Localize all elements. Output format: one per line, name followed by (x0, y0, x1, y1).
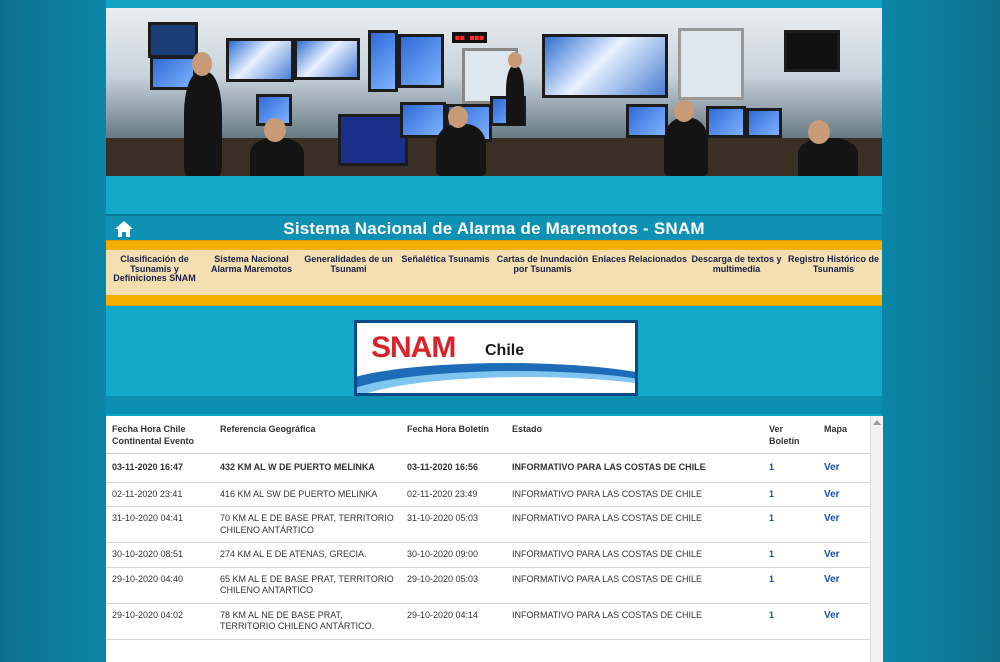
table-row: 02-11-2020 23:41 416 KM AL SW DE PUERTO … (106, 482, 870, 507)
cell-referencia: 65 KM AL E DE BASE PRAT, TERRITORIO CHIL… (214, 567, 401, 604)
logo-section: SNAM Chile (106, 306, 882, 396)
header-referencia: Referencia Geográfica (214, 416, 401, 454)
ver-boletin-link[interactable]: 1 (763, 453, 818, 483)
banner-led-sign: ◼◼ ◼◼◼ (452, 32, 487, 43)
main-nav: Clasificación de Tsunamis y Definiciones… (106, 250, 882, 295)
cell-estado: INFORMATIVO PARA LAS COSTAS DE CHILE (506, 603, 763, 640)
scroll-up-arrow-icon[interactable] (873, 420, 881, 425)
cell-fecha-evento: 29-10-2020 04:02 (106, 603, 214, 640)
cell-fecha-evento: 31-10-2020 04:41 (106, 506, 214, 543)
cell-fecha-boletin: 29-10-2020 05:03 (401, 567, 506, 604)
nav-item-cartas-inundacion[interactable]: Cartas de Inundación por Tsunamis (494, 250, 591, 295)
cell-fecha-evento: 03-11-2020 16:47 (106, 453, 214, 483)
cell-estado: INFORMATIVO PARA LAS COSTAS DE CHILE (506, 453, 763, 483)
nav-border-bottom (106, 295, 882, 306)
cell-fecha-boletin: 02-11-2020 23:49 (401, 482, 506, 507)
ver-boletin-link[interactable]: 1 (763, 506, 818, 543)
cell-fecha-evento: 30-10-2020 08:51 (106, 542, 214, 568)
cell-fecha-boletin: 30-10-2020 09:00 (401, 542, 506, 568)
nav-item-generalidades[interactable]: Generalidades de un Tsunami (300, 250, 397, 295)
cell-estado: INFORMATIVO PARA LAS COSTAS DE CHILE (506, 506, 763, 543)
site-title: Sistema Nacional de Alarma de Maremotos … (283, 219, 705, 238)
cell-referencia: 70 KM AL E DE BASE PRAT, TERRITORIO CHIL… (214, 506, 401, 543)
ver-mapa-link[interactable]: Ver (818, 603, 870, 640)
header-fecha-boletin: Fecha Hora Boletín (401, 416, 506, 454)
cell-fecha-boletin: 29-10-2020 04:14 (401, 603, 506, 640)
ver-boletin-link[interactable]: 1 (763, 603, 818, 640)
table-row: 31-10-2020 04:41 70 KM AL E DE BASE PRAT… (106, 506, 870, 543)
ver-mapa-link[interactable]: Ver (818, 542, 870, 568)
ver-mapa-link[interactable]: Ver (818, 482, 870, 507)
cell-fecha-boletin: 03-11-2020 16:56 (401, 453, 506, 483)
header-mapa: Mapa (818, 416, 870, 454)
cell-referencia: 78 KM AL NE DE BASE PRAT, TERRITORIO CHI… (214, 603, 401, 640)
ver-mapa-link[interactable]: Ver (818, 453, 870, 483)
logo-text-snam: SNAM (371, 331, 456, 364)
ver-boletin-link[interactable]: 1 (763, 542, 818, 568)
table-scrollbar[interactable] (870, 416, 883, 662)
table-header-row: Fecha Hora Chile Continental Evento Refe… (106, 416, 870, 454)
cell-fecha-evento: 29-10-2020 04:40 (106, 567, 214, 604)
page-background-left (0, 0, 106, 662)
header-estado: Estado (506, 416, 763, 454)
cell-fecha-evento: 02-11-2020 23:41 (106, 482, 214, 507)
bulletins-table-container[interactable]: Fecha Hora Chile Continental Evento Refe… (106, 416, 870, 662)
header-spacer (106, 176, 882, 214)
ver-mapa-link[interactable]: Ver (818, 567, 870, 604)
cell-referencia: 432 KM AL W DE PUERTO MELINKA (214, 453, 401, 483)
section-divider (106, 396, 882, 414)
nav-item-registro-historico[interactable]: Registro Histórico de Tsunamis (785, 250, 882, 295)
cell-estado: INFORMATIVO PARA LAS COSTAS DE CHILE (506, 482, 763, 507)
table-row: 29-10-2020 04:02 78 KM AL NE DE BASE PRA… (106, 603, 870, 640)
table-row: 03-11-2020 16:47 432 KM AL W DE PUERTO M… (106, 453, 870, 483)
header-fecha-evento: Fecha Hora Chile Continental Evento (106, 416, 214, 454)
cell-fecha-boletin: 31-10-2020 05:03 (401, 506, 506, 543)
cell-referencia: 274 KM AL E DE ATENAS, GRECIA. (214, 542, 401, 568)
nav-item-sistema-nacional[interactable]: Sistema Nacional Alarma Maremotos (203, 250, 300, 295)
page-container: ◼◼ ◼◼◼ Sistema Nacional de Alarma de Mar (106, 0, 883, 662)
nav-item-enlaces[interactable]: Enlaces Relacionados (591, 250, 688, 295)
nav-item-descarga[interactable]: Descarga de textos y multimedia (688, 250, 785, 295)
ver-boletin-link[interactable]: 1 (763, 482, 818, 507)
nav-item-senaletica[interactable]: Señalética Tsunamis (397, 250, 494, 295)
table-row: 29-10-2020 04:40 65 KM AL E DE BASE PRAT… (106, 567, 870, 604)
table-row: 30-10-2020 08:51 274 KM AL E DE ATENAS, … (106, 542, 870, 568)
cell-referencia: 416 KM AL SW DE PUERTO MELINKA (214, 482, 401, 507)
page-background-right (882, 0, 1000, 662)
ver-boletin-link[interactable]: 1 (763, 567, 818, 604)
snam-chile-logo[interactable]: SNAM Chile (354, 320, 638, 396)
bulletins-table: Fecha Hora Chile Continental Evento Refe… (106, 416, 870, 640)
logo-text-chile: Chile (485, 342, 525, 359)
cell-estado: INFORMATIVO PARA LAS COSTAS DE CHILE (506, 567, 763, 604)
header-ver-boletin: Ver Boletín (763, 416, 818, 454)
header-banner-image: ◼◼ ◼◼◼ (106, 8, 882, 176)
nav-item-clasificacion[interactable]: Clasificación de Tsunamis y Definiciones… (106, 250, 203, 295)
cell-estado: INFORMATIVO PARA LAS COSTAS DE CHILE (506, 542, 763, 568)
ver-mapa-link[interactable]: Ver (818, 506, 870, 543)
